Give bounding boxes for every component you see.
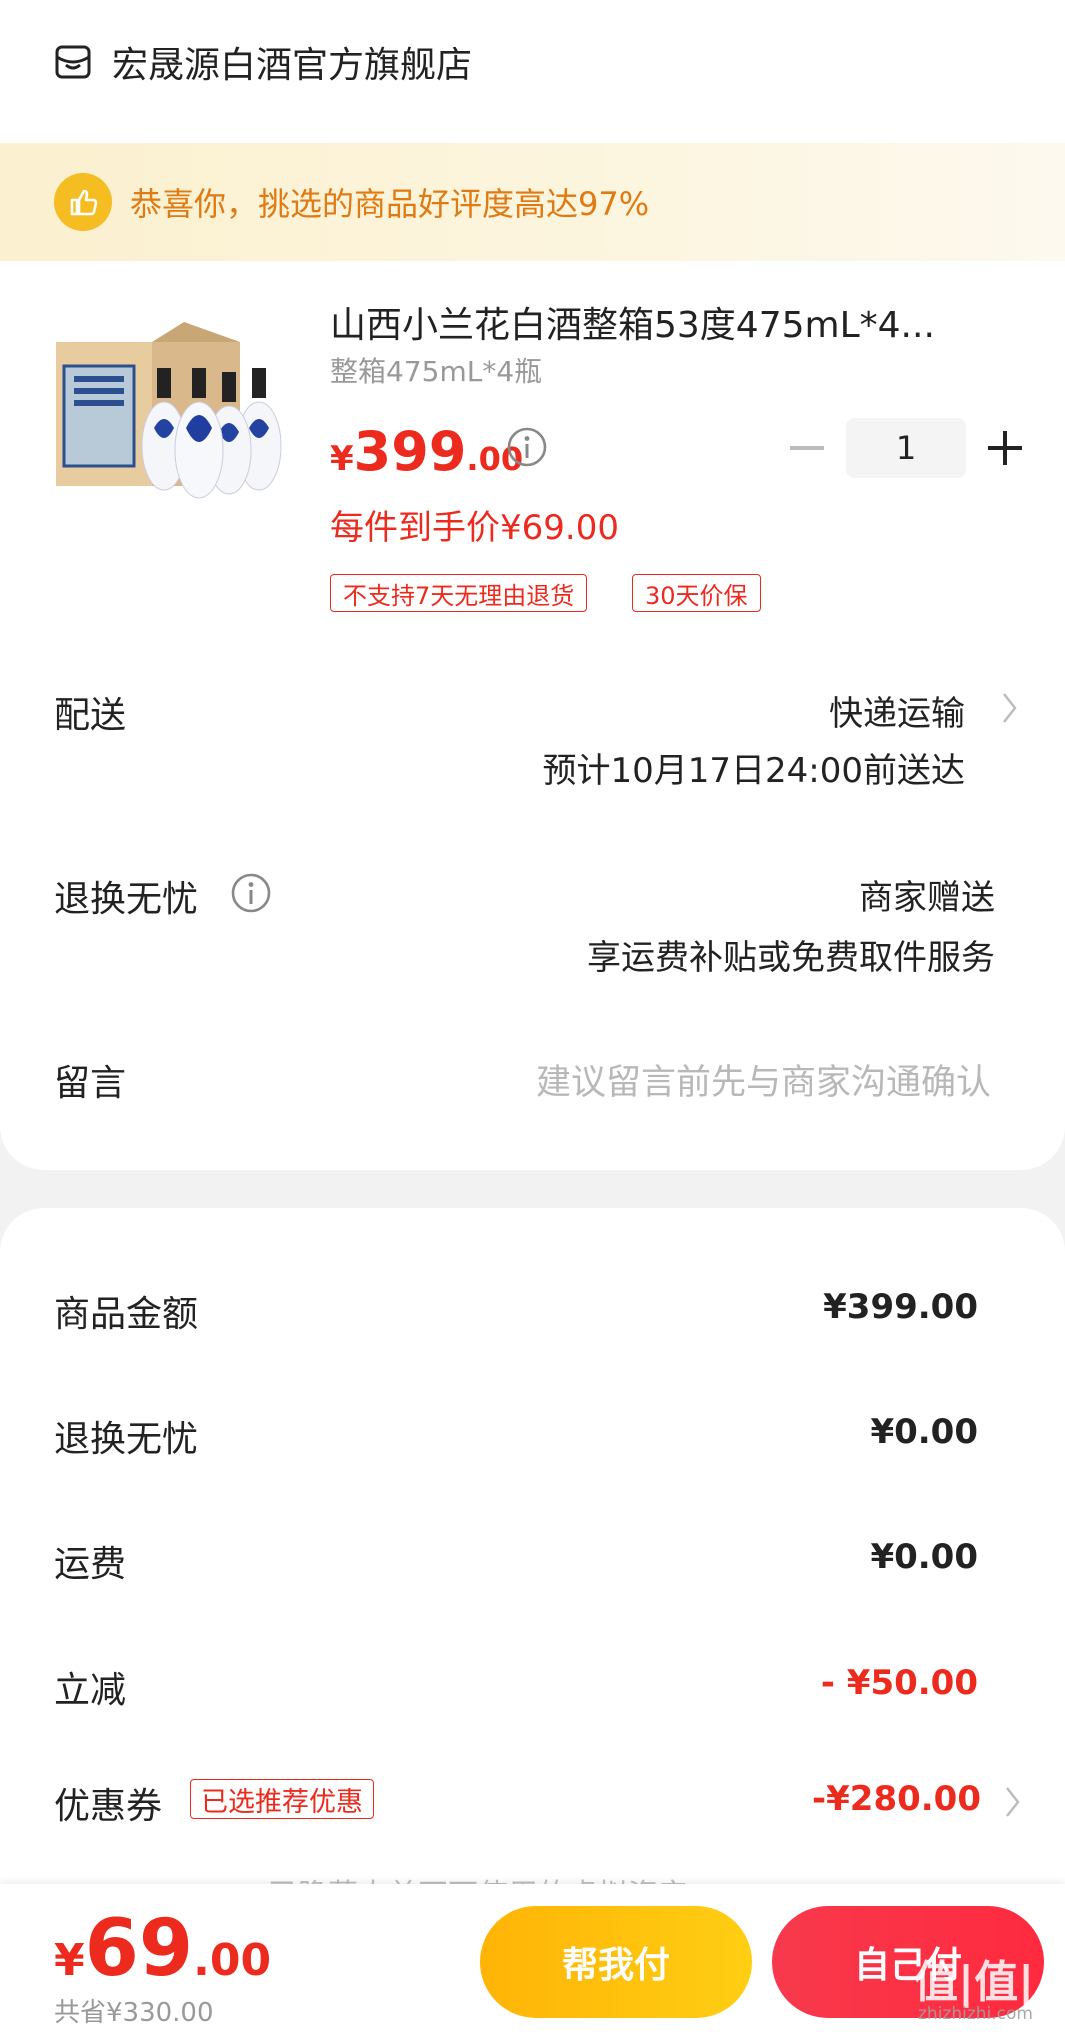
info-icon[interactable] [506,426,548,468]
store-header[interactable]: 宏晟源白酒官方旗舰店 [54,36,472,88]
instant-discount-label: 立减 [54,1670,127,1711]
total-price: ¥ 69 .00 [54,1904,271,1994]
return-service-label: 退换无忧 [54,879,199,920]
delivery-label: 配送 [54,695,127,736]
coupon-value[interactable]: -¥280.00 [812,1779,981,1819]
return-service-value: 商家赠送 [859,878,995,918]
product-image[interactable] [54,316,294,506]
product-title[interactable]: 山西小兰花白酒整箱53度475mL*4... [330,296,970,348]
price-protect-tag: 30天价保 [632,574,761,612]
quantity-input[interactable]: 1 [846,418,966,478]
no-return-tag: 不支持7天无理由退货 [330,574,588,612]
chevron-right-icon[interactable] [1000,690,1020,726]
return-fee-value: ¥0.00 [870,1412,978,1452]
order-card: 宏晟源白酒官方旗舰店 恭喜你，挑选的商品好评度高达97% 山西小兰花白酒整箱53… [0,0,1065,1170]
goods-amount-label: 商品金额 [54,1294,199,1335]
coupon-label: 优惠券 [54,1786,163,1827]
chevron-right-icon[interactable] [1003,1784,1023,1820]
shipping-value: ¥0.00 [870,1537,978,1577]
order-confirm-page: 宏晟源白酒官方旗舰店 恭喜你，挑选的商品好评度高达97% 山西小兰花白酒整箱53… [0,0,1065,2032]
total-symbol: ¥ [54,1935,85,1986]
product-spec[interactable]: 整箱475mL*4瓶 [330,350,542,390]
shipping-label: 运费 [54,1544,127,1585]
delivery-eta: 预计10月17日24:00前送达 [542,751,965,791]
goods-amount-value: ¥399.00 [823,1287,978,1327]
return-service-desc: 享运费补贴或免费取件服务 [587,938,995,978]
instant-discount-value: - ¥50.00 [820,1663,978,1703]
coupon-selected-tag: 已选推荐优惠 [190,1779,374,1819]
help-pay-button[interactable]: 帮我付 [480,1906,752,2018]
delivery-method[interactable]: 快递运输 [829,686,965,735]
info-icon[interactable] [230,872,272,914]
message-label: 留言 [54,1063,127,1104]
plus-icon [988,431,1022,465]
rating-banner: 恭喜你，挑选的商品好评度高达97% [0,143,1065,261]
store-name: 宏晟源白酒官方旗舰店 [112,45,473,86]
price-integer: 399 [353,420,467,483]
quantity-decrease-button[interactable] [790,428,824,468]
store-icon [55,45,91,79]
return-fee-label: 退换无忧 [54,1419,199,1460]
total-integer: 69 [84,1904,194,1994]
message-input[interactable]: 建议留言前先与商家沟通确认 [536,1054,991,1105]
watermark-url: zhizhizhi.com [918,2004,1033,2024]
product-price: ¥ 399 .00 [330,420,523,483]
price-symbol: ¥ [330,439,354,479]
per-item-price: 每件到手价¥69.00 [330,508,619,548]
thumbs-up-icon [54,173,112,231]
banner-text: 恭喜你，挑选的商品好评度高达97% [130,185,650,223]
quantity-increase-button[interactable] [985,428,1025,468]
total-saved: 共省¥330.00 [54,1998,214,2028]
total-decimal: .00 [193,1935,272,1986]
checkout-bar: ¥ 69 .00 共省¥330.00 帮我付 自己付 [0,1884,1065,2032]
minus-icon [790,446,824,450]
